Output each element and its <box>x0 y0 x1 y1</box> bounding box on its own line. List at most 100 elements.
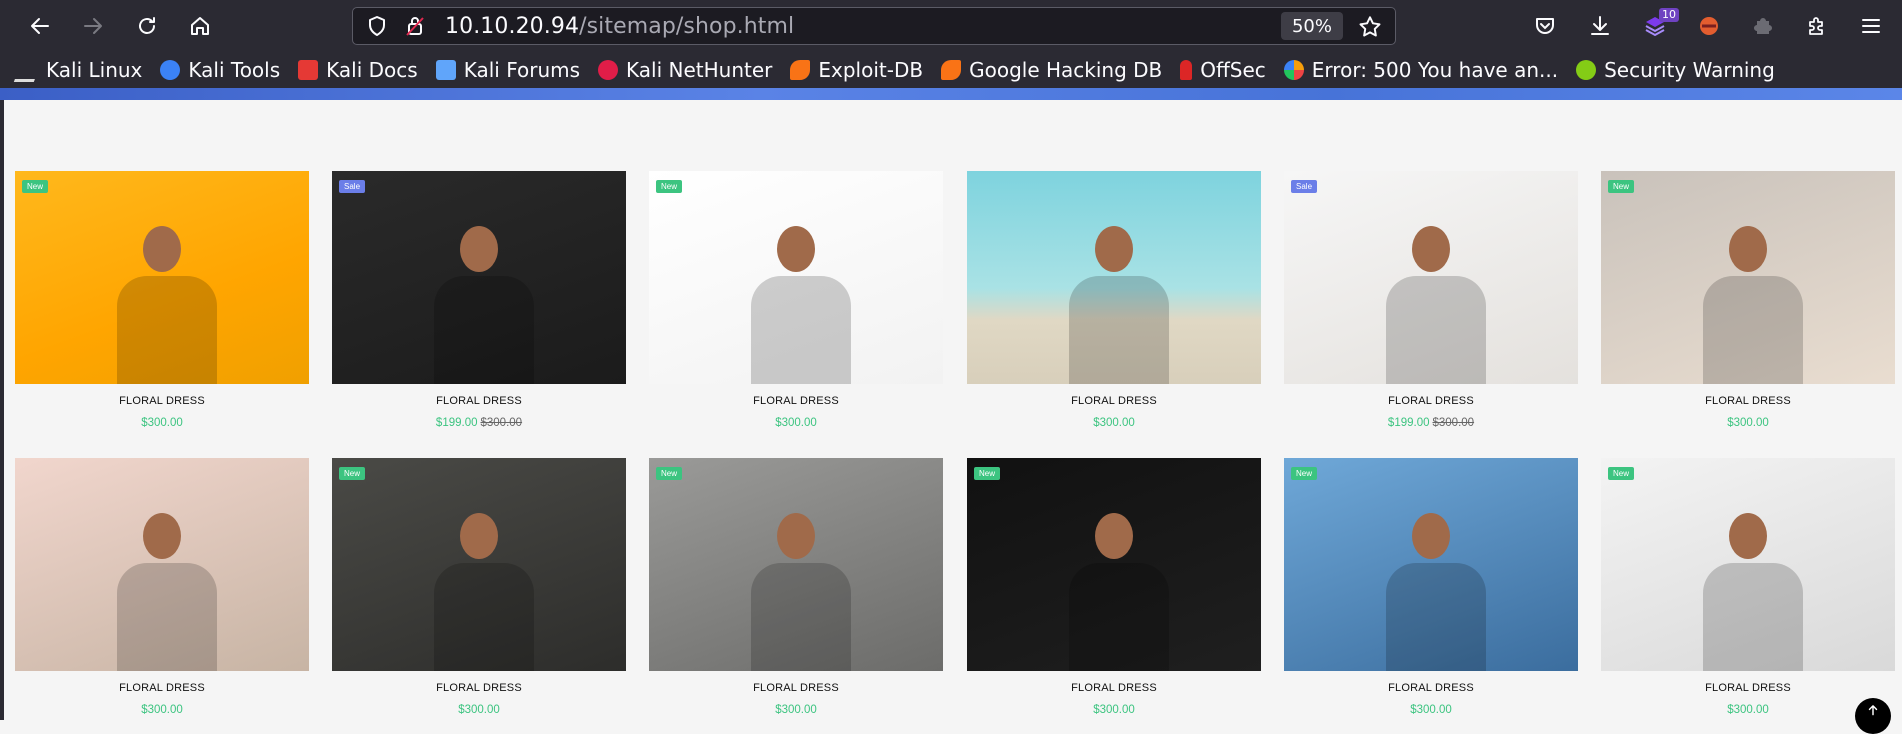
woman-brown-coat-icon <box>1069 501 1169 671</box>
product-price: $300.00 <box>15 417 309 429</box>
bookmark-kali-tools[interactable]: Kali Tools <box>160 58 280 82</box>
product-name[interactable]: FLORAL DRESS <box>649 395 943 407</box>
pocket-button[interactable] <box>1529 10 1561 42</box>
extension-gray-button[interactable] <box>1747 10 1779 42</box>
product-image[interactable]: Sale <box>332 171 626 384</box>
bookmark-label: Kali Tools <box>188 58 281 82</box>
download-icon <box>1591 16 1609 35</box>
home-button[interactable] <box>180 6 220 46</box>
bookmark-offsec[interactable]: OffSec <box>1180 58 1266 82</box>
shield-icon[interactable] <box>365 14 389 38</box>
product-image[interactable]: Sale <box>1284 171 1578 384</box>
product-image[interactable]: New <box>649 171 943 384</box>
product-tag-badge: New <box>22 180 49 193</box>
product-image[interactable]: New <box>15 171 309 384</box>
product-card[interactable]: New FLORAL DRESS $300.00 <box>967 458 1261 716</box>
product-card[interactable]: New FLORAL DRESS $300.00 <box>15 171 309 429</box>
product-card[interactable]: New FLORAL DRESS $300.00 <box>1601 458 1895 716</box>
current-price: $300.00 <box>141 417 183 429</box>
bookmark-exploit-db[interactable]: Exploit-DB <box>790 58 923 82</box>
product-image[interactable]: New <box>1601 458 1895 671</box>
product-card[interactable]: New FLORAL DRESS $300.00 <box>332 458 626 716</box>
product-card[interactable]: FLORAL DRESS $300.00 <box>15 458 309 716</box>
product-tag-badge: New <box>656 180 683 193</box>
product-image[interactable]: New <box>332 458 626 671</box>
product-name[interactable]: FLORAL DRESS <box>1284 395 1578 407</box>
product-image[interactable] <box>15 458 309 671</box>
product-tag-badge: New <box>339 467 366 480</box>
product-image[interactable]: New <box>649 458 943 671</box>
product-price: $300.00 <box>1601 704 1895 716</box>
product-name[interactable]: FLORAL DRESS <box>967 682 1261 694</box>
product-image[interactable]: New <box>1284 458 1578 671</box>
extensions-button[interactable] <box>1801 10 1833 42</box>
bookmark-label: Kali Docs <box>326 58 418 82</box>
yellow-tracksuit-icon <box>1069 214 1169 384</box>
kali-docs-icon <box>298 60 319 80</box>
product-price: $199.00 $300.00 <box>1284 417 1578 429</box>
bookmark-kali-docs[interactable]: Kali Docs <box>298 58 418 82</box>
arrow-up-icon <box>1868 705 1878 716</box>
extension-button-badge[interactable]: 10 <box>1639 8 1679 42</box>
product-tag-badge: New <box>1608 180 1635 193</box>
downloads-button[interactable] <box>1584 10 1616 42</box>
product-tag-badge: New <box>1291 467 1318 480</box>
product-name[interactable]: FLORAL DRESS <box>332 395 626 407</box>
bookmarks-bar: Kali Linux Kali Tools Kali Docs Kali For… <box>0 52 1902 88</box>
product-card[interactable]: Sale FLORAL DRESS $199.00 $300.00 <box>332 171 626 429</box>
product-card[interactable]: New FLORAL DRESS $300.00 <box>1284 458 1578 716</box>
url-text[interactable]: 10.10.20.94/sitemap/shop.html <box>445 14 794 39</box>
product-image[interactable] <box>967 171 1261 384</box>
product-name[interactable]: FLORAL DRESS <box>15 682 309 694</box>
woman-striped-top-icon <box>117 501 217 671</box>
product-card[interactable]: Sale FLORAL DRESS $199.00 $300.00 <box>1284 171 1578 429</box>
bookmark-kali-linux[interactable]: Kali Linux <box>13 58 143 82</box>
product-card[interactable]: New FLORAL DRESS $300.00 <box>649 171 943 429</box>
product-tag-badge: New <box>656 467 683 480</box>
reload-button[interactable] <box>127 6 167 46</box>
url-bar[interactable]: 10.10.20.94/sitemap/shop.html 50% <box>352 7 1396 45</box>
kali-dragon-icon <box>13 58 43 82</box>
bookmark-label: Kali Linux <box>46 58 143 82</box>
product-name[interactable]: FLORAL DRESS <box>15 395 309 407</box>
man-white-tee-icon <box>434 214 534 384</box>
current-price: $300.00 <box>458 704 500 716</box>
bookmark-kali-forums[interactable]: Kali Forums <box>435 58 580 82</box>
product-name[interactable]: FLORAL DRESS <box>332 682 626 694</box>
foxyproxy-button[interactable] <box>1693 10 1725 42</box>
site-header-strip <box>0 88 1902 100</box>
pocket-icon <box>1536 18 1554 34</box>
product-name[interactable]: FLORAL DRESS <box>1284 682 1578 694</box>
product-image[interactable]: New <box>967 458 1261 671</box>
zoom-level-badge[interactable]: 50% <box>1281 12 1343 40</box>
bookmark-error-500[interactable]: Error: 500 You have an... <box>1283 58 1558 82</box>
product-name[interactable]: FLORAL DRESS <box>649 682 943 694</box>
security-warning-icon <box>1576 60 1597 80</box>
product-card[interactable]: New FLORAL DRESS $300.00 <box>1601 171 1895 429</box>
product-image[interactable]: New <box>1601 171 1895 384</box>
insecure-lock-icon[interactable] <box>403 14 427 38</box>
woman-grey-tee-icon <box>751 214 851 384</box>
forward-button[interactable] <box>73 6 113 46</box>
bookmark-star-icon[interactable] <box>1357 14 1383 40</box>
extension-count-badge: 10 <box>1659 8 1679 22</box>
reload-icon <box>139 17 155 34</box>
product-card[interactable]: FLORAL DRESS $300.00 <box>967 171 1261 429</box>
menu-button[interactable] <box>1855 10 1887 42</box>
bookmark-security-warning[interactable]: Security Warning <box>1576 58 1775 82</box>
hamburger-menu-icon <box>1862 19 1880 33</box>
product-name[interactable]: FLORAL DRESS <box>1601 395 1895 407</box>
url-path: /sitemap/shop.html <box>579 14 795 39</box>
bookmark-google-hacking-db[interactable]: Google Hacking DB <box>941 58 1162 82</box>
exploit-db-icon <box>790 60 811 80</box>
scroll-to-top-button[interactable] <box>1855 698 1891 734</box>
woman-fur-bag-icon <box>1703 501 1803 671</box>
bookmark-kali-nethunter[interactable]: Kali NetHunter <box>598 58 772 82</box>
product-card[interactable]: New FLORAL DRESS $300.00 <box>649 458 943 716</box>
product-name[interactable]: FLORAL DRESS <box>1601 682 1895 694</box>
back-button[interactable] <box>20 6 60 46</box>
bookmark-label: Google Hacking DB <box>969 58 1163 82</box>
product-name[interactable]: FLORAL DRESS <box>967 395 1261 407</box>
woman-pink-top-icon <box>117 214 217 384</box>
ghdb-icon <box>941 60 962 80</box>
